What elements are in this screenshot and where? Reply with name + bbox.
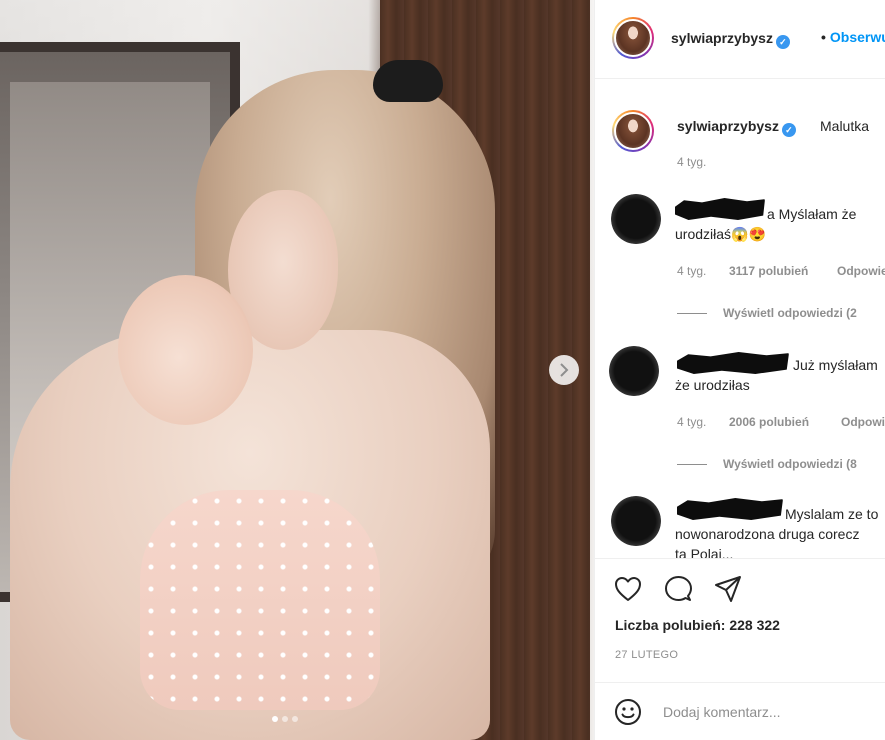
caption-time[interactable]: 4 tyg. bbox=[677, 155, 706, 169]
avatar[interactable] bbox=[612, 17, 654, 59]
caption-avatar-image bbox=[614, 112, 652, 150]
post-date[interactable]: 27 LUTEGO bbox=[615, 649, 678, 661]
carousel-dot bbox=[272, 716, 278, 722]
post-author[interactable]: sylwiaprzybysz ✓ bbox=[671, 30, 790, 49]
post-author-name[interactable]: sylwiaprzybysz bbox=[671, 30, 773, 46]
photo-baby-head bbox=[118, 275, 253, 425]
heart-icon[interactable] bbox=[613, 574, 643, 604]
verified-icon: ✓ bbox=[781, 123, 796, 137]
caption-text: Malutka bbox=[820, 118, 870, 134]
follow-label[interactable]: Obserwuj bbox=[830, 29, 885, 45]
verified-icon: ✓ bbox=[775, 35, 790, 49]
comment-time[interactable]: 4 tyg. bbox=[677, 415, 706, 429]
post-actions: Liczba polubień: 228 322 27 LUTEGO bbox=[595, 558, 885, 688]
comment-time[interactable]: 4 tyg. bbox=[677, 264, 706, 278]
photo-hair-clip bbox=[373, 60, 443, 102]
caption-author[interactable]: sylwiaprzybysz ✓ bbox=[677, 118, 796, 137]
comment-text: Już myślałam że urodziłas bbox=[675, 357, 878, 393]
replies-divider bbox=[677, 464, 707, 466]
comment-reply-button[interactable]: Odpowiedz bbox=[841, 415, 885, 429]
view-replies-button[interactable]: Wyświetl odpowiedzi (8 bbox=[677, 457, 857, 471]
comment-text: Myslalam ze to nowonarodzona druga corec… bbox=[675, 506, 879, 542]
comment-likes[interactable]: 2006 polubień bbox=[729, 415, 809, 429]
comment-avatar[interactable] bbox=[611, 496, 661, 546]
view-replies-label[interactable]: Wyświetl odpowiedzi (8 bbox=[723, 457, 857, 471]
replies-divider bbox=[677, 313, 707, 315]
comment-icon[interactable] bbox=[663, 574, 693, 604]
add-comment-input[interactable] bbox=[663, 699, 873, 725]
comment-avatar[interactable] bbox=[611, 194, 661, 244]
comment-likes[interactable]: 3117 polubień bbox=[729, 264, 808, 278]
comments-list[interactable]: sylwiaprzybysz ✓ Malutka 4 tyg. a Myślała… bbox=[595, 80, 885, 558]
comment-avatar[interactable] bbox=[609, 346, 659, 396]
chevron-right-icon bbox=[560, 363, 569, 377]
caption-author-name[interactable]: sylwiaprzybysz bbox=[677, 118, 779, 134]
avatar-image bbox=[614, 19, 652, 57]
post-header: sylwiaprzybysz✓ •Obserwuj bbox=[595, 0, 885, 79]
comment-reply-button[interactable]: Odpowiedz bbox=[837, 264, 885, 278]
comment-text: a Myślałam że urodziłaś😱😍 bbox=[675, 206, 857, 242]
comment-text-continued: ta Polaj... bbox=[675, 546, 734, 558]
separator-dot: • bbox=[821, 29, 826, 45]
add-comment-bar bbox=[595, 682, 885, 740]
follow-button[interactable]: •Obserwuj bbox=[821, 29, 885, 45]
carousel-indicator bbox=[272, 716, 298, 722]
view-replies-button[interactable]: Wyświetl odpowiedzi (2 bbox=[677, 306, 857, 320]
likes-count[interactable]: Liczba polubień: 228 322 bbox=[615, 617, 780, 633]
share-icon[interactable] bbox=[713, 574, 743, 604]
carousel-next-button[interactable] bbox=[549, 355, 579, 385]
carousel-dot bbox=[292, 716, 298, 722]
post-side-panel: sylwiaprzybysz✓ •Obserwuj sylwiaprzybysz… bbox=[594, 0, 885, 740]
view-replies-label[interactable]: Wyświetl odpowiedzi (2 bbox=[723, 306, 857, 320]
emoji-icon[interactable] bbox=[613, 697, 643, 727]
post-photo[interactable] bbox=[0, 0, 594, 740]
caption-avatar[interactable] bbox=[612, 110, 654, 152]
photo-baby-body bbox=[140, 490, 380, 710]
carousel-dot bbox=[282, 716, 288, 722]
